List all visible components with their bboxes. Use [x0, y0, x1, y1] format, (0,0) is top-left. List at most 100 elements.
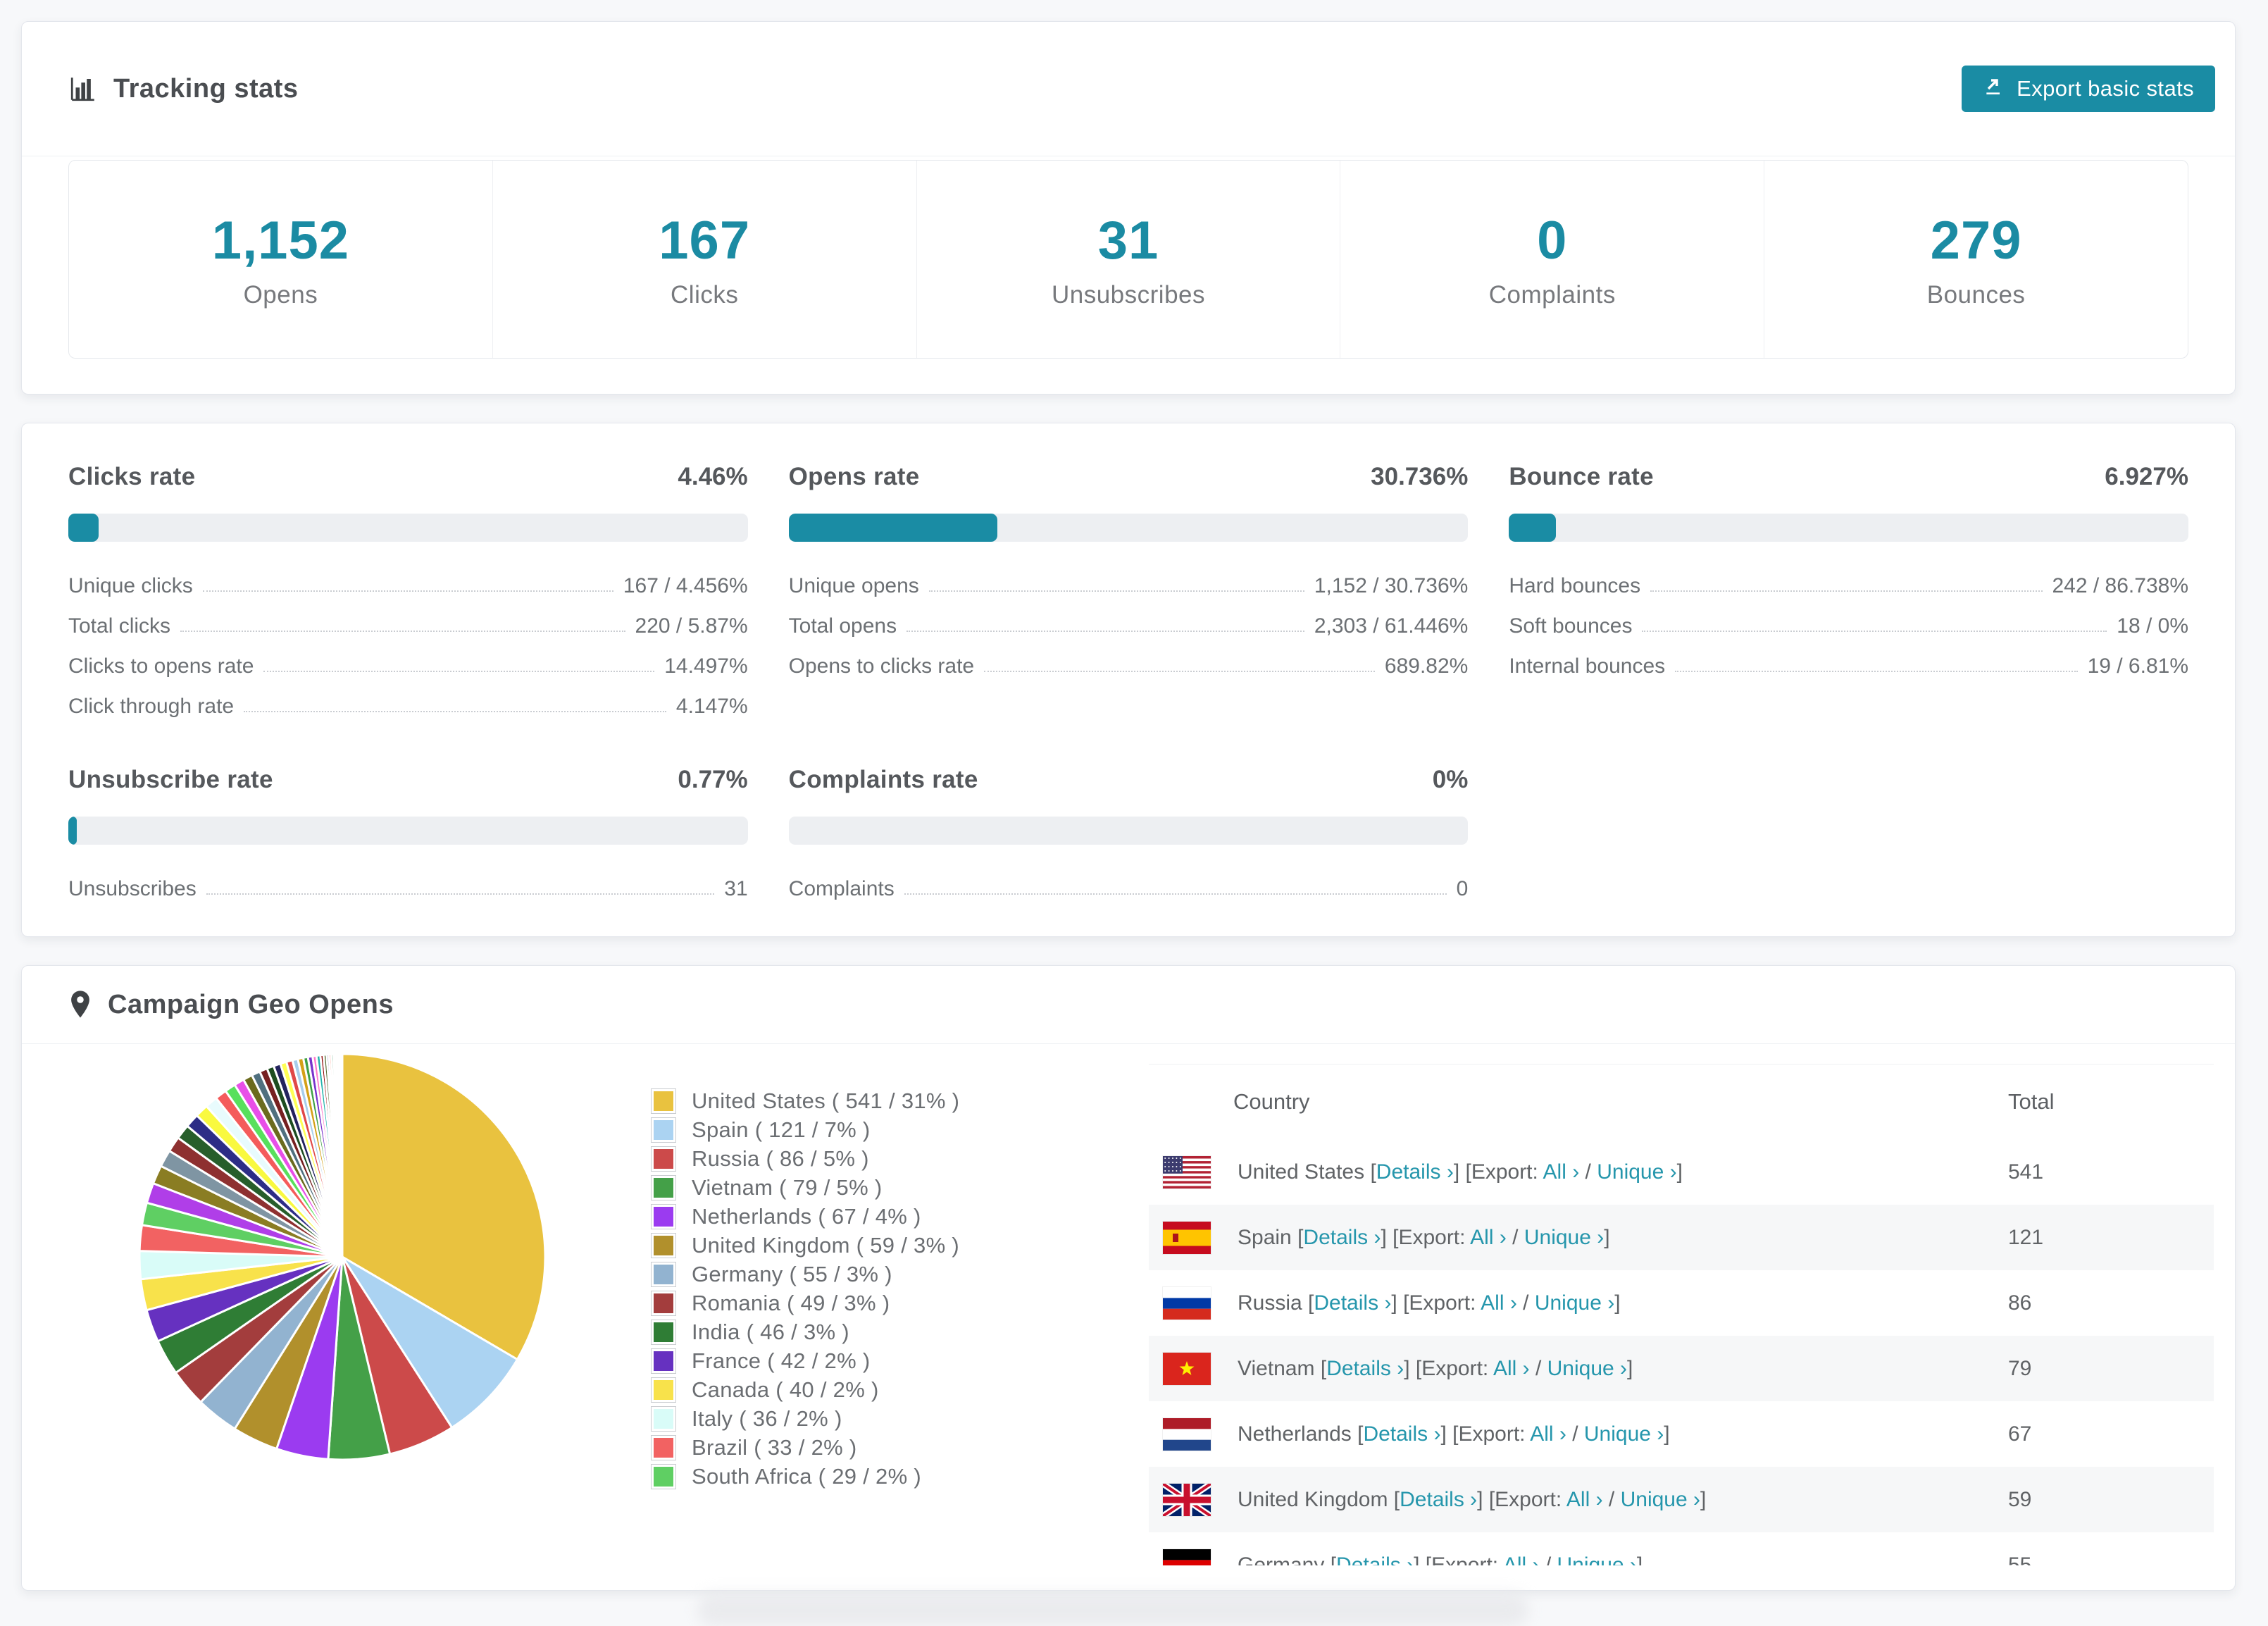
dotted-leader	[928, 590, 1304, 592]
geo-table-row-united-states: United States [Details ›] [Export: All ›…	[1149, 1139, 2214, 1205]
export-all-link-vietnam[interactable]: All ›	[1493, 1357, 1530, 1380]
legend-label: United States ( 541 / 31% )	[692, 1088, 960, 1113]
legend-color-marker	[651, 1146, 676, 1172]
column-header-total: Total	[2008, 1089, 2055, 1114]
metric-label: Total opens	[788, 614, 897, 638]
metric-row: Soft bounces 18 / 0%	[1509, 606, 2188, 646]
legend-item-netherlands: Netherlands ( 67 / 4% )	[651, 1202, 959, 1231]
metric-row: Complaints 0	[789, 869, 1469, 909]
legend-color-marker	[651, 1232, 676, 1258]
metric-value: 19 / 6.81%	[2087, 654, 2188, 678]
metric-row: Internal bounces 19 / 6.81%	[1509, 646, 2188, 686]
summary-stats-row: 1,152 Opens 167 Clicks 31 Unsubscribes 0 Compla…	[68, 160, 2188, 359]
country-cell: Netherlands [Details ›] [Export: All › /…	[1149, 1417, 2008, 1451]
text: /	[1506, 1225, 1524, 1249]
export-all-link-united-kingdom[interactable]: All ›	[1566, 1488, 1603, 1511]
export-all-link-russia[interactable]: All ›	[1481, 1291, 1517, 1315]
complaints-rate-rows: Complaints 0	[789, 869, 1469, 909]
geo-opens-pie-chart	[135, 1049, 550, 1465]
legend-color-marker	[651, 1319, 676, 1345]
export-unique-link-germany[interactable]: Unique ›	[1557, 1553, 1637, 1566]
clicks-rate-rows: Unique clicks 167 / 4.456% Total clicks 220…	[68, 566, 748, 726]
legend-label: Brazil ( 33 / 2% )	[692, 1434, 857, 1460]
details-link-vietnam[interactable]: Details ›	[1326, 1357, 1404, 1380]
geo-header: Campaign Geo Opens	[22, 966, 2235, 1043]
metric-row: Unique clicks 167 / 4.456%	[68, 566, 748, 606]
dotted-leader	[202, 590, 613, 592]
details-link-russia[interactable]: Details ›	[1314, 1291, 1391, 1315]
unsubscribe-rate-progress-fill	[68, 817, 77, 845]
details-link-netherlands[interactable]: Details ›	[1363, 1422, 1440, 1446]
complaints-rate-head: Complaints rate 0%	[789, 766, 1469, 794]
section-title: Campaign Geo Opens	[108, 989, 394, 1019]
stat-label: Opens	[243, 280, 318, 309]
export-unique-link-spain[interactable]: Unique ›	[1524, 1226, 1604, 1249]
total-cell: 59	[2008, 1487, 2032, 1511]
total-cell: 55	[2008, 1553, 2032, 1566]
legend-item-south-africa: South Africa ( 29 / 2% )	[651, 1462, 959, 1491]
export-all-link-united-states[interactable]: All ›	[1543, 1160, 1580, 1184]
dotted-leader	[1650, 590, 2043, 592]
geo-table: Country Total United States [Details ›] [E…	[1149, 1064, 2214, 1565]
export-unique-link-united-states[interactable]: Unique ›	[1597, 1160, 1676, 1184]
legend-item-brazil: Brazil ( 33 / 2% )	[651, 1433, 959, 1462]
clicks-rate-title: Clicks rate	[68, 463, 196, 490]
metric-row: Total clicks 220 / 5.87%	[68, 606, 748, 646]
text: United States [	[1238, 1160, 1376, 1184]
metric-label: Unique opens	[788, 573, 919, 597]
details-link-united-kingdom[interactable]: Details ›	[1400, 1488, 1477, 1511]
text: ] [Export:	[1440, 1422, 1531, 1446]
text: ]	[1676, 1160, 1683, 1184]
export-unique-link-russia[interactable]: Unique ›	[1535, 1291, 1614, 1315]
export-unique-link-united-kingdom[interactable]: Unique ›	[1621, 1488, 1700, 1511]
stat-label: Clicks	[671, 280, 739, 309]
gb-flag-icon	[1163, 1483, 1211, 1516]
stat-value: 167	[659, 210, 751, 271]
legend-color-marker	[651, 1174, 676, 1200]
text: Vietnam [	[1238, 1356, 1327, 1380]
legend-label: Italy ( 36 / 2% )	[692, 1405, 842, 1431]
export-all-link-germany[interactable]: All ›	[1503, 1553, 1540, 1566]
stat-box-clicks: 167 Clicks	[492, 161, 916, 358]
legend-item-vietnam: Vietnam ( 79 / 5% )	[651, 1173, 959, 1202]
country-cell: Germany [Details ›] [Export: All › / Uni…	[1149, 1549, 2008, 1566]
legend-color-marker	[651, 1203, 676, 1229]
details-link-germany[interactable]: Details ›	[1336, 1553, 1414, 1566]
nl-flag-icon	[1163, 1417, 1211, 1451]
total-cell: 79	[2008, 1356, 2032, 1380]
export-unique-link-netherlands[interactable]: Unique ›	[1584, 1422, 1664, 1446]
dotted-leader	[1642, 630, 2107, 632]
geo-table-row-vietnam: Vietnam [Details ›] [Export: All › / Uni…	[1149, 1336, 2214, 1401]
text: ]	[1627, 1356, 1633, 1380]
text: ] [Export:	[1381, 1225, 1471, 1249]
text: Spain [	[1238, 1225, 1304, 1249]
bounce-rate-block: Bounce rate 6.927% Hard bounces 242 / 86.73…	[1509, 463, 2188, 726]
text: Netherlands [	[1238, 1422, 1364, 1446]
export-all-link-spain[interactable]: All ›	[1470, 1226, 1507, 1249]
text: ] [Export:	[1414, 1553, 1503, 1566]
unsubscribe-rate-block: Unsubscribe rate 0.77% Unsubscribes 31	[68, 766, 748, 909]
metric-value: 14.497%	[664, 654, 748, 678]
metric-row: Opens to clicks rate 689.82%	[789, 646, 1469, 686]
export-all-link-netherlands[interactable]: All ›	[1530, 1422, 1566, 1446]
stat-value: 1,152	[211, 210, 349, 271]
unsubscribe-rate-progress-track	[68, 817, 748, 845]
export-unique-link-vietnam[interactable]: Unique ›	[1547, 1357, 1627, 1380]
unsubscribe-rate-value: 0.77%	[678, 766, 748, 793]
metric-label: Internal bounces	[1509, 654, 1666, 678]
campaign-geo-opens-card: Campaign Geo Opens United States ( 541 /…	[21, 965, 2236, 1591]
stat-value: 31	[1097, 210, 1159, 271]
legend-color-marker	[651, 1348, 676, 1374]
export-basic-stats-button[interactable]: Export basic stats	[1962, 66, 2215, 112]
opens-rate-title: Opens rate	[788, 463, 920, 490]
metric-label: Clicks to opens rate	[68, 654, 254, 678]
dotted-leader	[180, 630, 625, 632]
details-link-united-states[interactable]: Details ›	[1376, 1160, 1454, 1184]
rates-grid-bottom: Unsubscribe rate 0.77% Unsubscribes 31 Compl…	[68, 766, 2188, 909]
metric-value: 689.82%	[1384, 654, 1469, 678]
bounce-rate-progress-track	[1509, 514, 2188, 542]
metric-label: Unique clicks	[68, 573, 193, 597]
legend-label: United Kingdom ( 59 / 3% )	[692, 1232, 959, 1258]
details-link-spain[interactable]: Details ›	[1303, 1226, 1381, 1249]
legend-color-marker	[651, 1290, 676, 1316]
